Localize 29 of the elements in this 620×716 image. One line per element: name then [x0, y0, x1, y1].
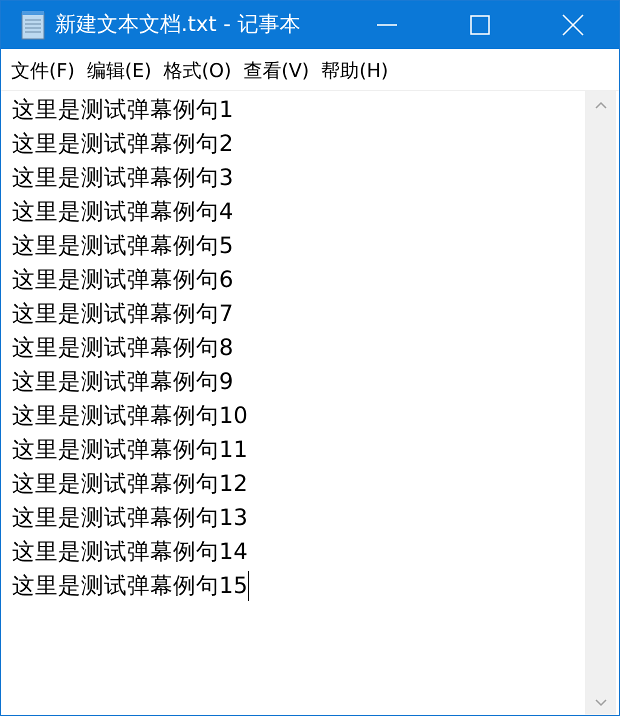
- text-line: 这里是测试弹幕例句7: [12, 300, 234, 329]
- text-line: 这里是测试弹幕例句14: [12, 538, 248, 567]
- text-line: 这里是测试弹幕例句8: [12, 334, 234, 363]
- text-line: 这里是测试弹幕例句11: [12, 436, 248, 465]
- text-line: 这里是测试弹幕例句15: [12, 572, 248, 601]
- text-line: 这里是测试弹幕例句13: [12, 504, 248, 533]
- scrollbar[interactable]: [585, 91, 616, 715]
- scroll-up-icon[interactable]: [594, 101, 606, 109]
- window-title: 新建文本文档.txt - 记事本: [55, 11, 300, 38]
- notepad-icon: [21, 10, 45, 40]
- menu-item[interactable]: 查看(V): [243, 57, 310, 86]
- text-line: 这里是测试弹幕例句10: [12, 402, 248, 431]
- menu-item[interactable]: 编辑(E): [86, 57, 152, 86]
- menu-item[interactable]: 文件(F): [11, 57, 75, 86]
- text-line: 这里是测试弹幕例句1: [12, 96, 234, 125]
- menu-item[interactable]: 格式(O): [164, 57, 232, 86]
- text-line: 这里是测试弹幕例句12: [12, 470, 248, 499]
- maximize-icon: [470, 15, 490, 35]
- text-cursor: [248, 571, 249, 601]
- text-line: 这里是测试弹幕例句3: [12, 164, 234, 193]
- close-icon: [562, 14, 584, 36]
- text-line: 这里是测试弹幕例句9: [12, 368, 234, 397]
- menu-item[interactable]: 帮助(H): [321, 57, 388, 86]
- text-line: 这里是测试弹幕例句4: [12, 198, 234, 227]
- minimize-icon: [376, 24, 396, 26]
- scroll-down-icon[interactable]: [594, 699, 606, 707]
- text-line: 这里是测试弹幕例句2: [12, 130, 234, 159]
- text-line: 这里是测试弹幕例句6: [12, 266, 234, 295]
- text-line: 这里是测试弹幕例句5: [12, 232, 234, 261]
